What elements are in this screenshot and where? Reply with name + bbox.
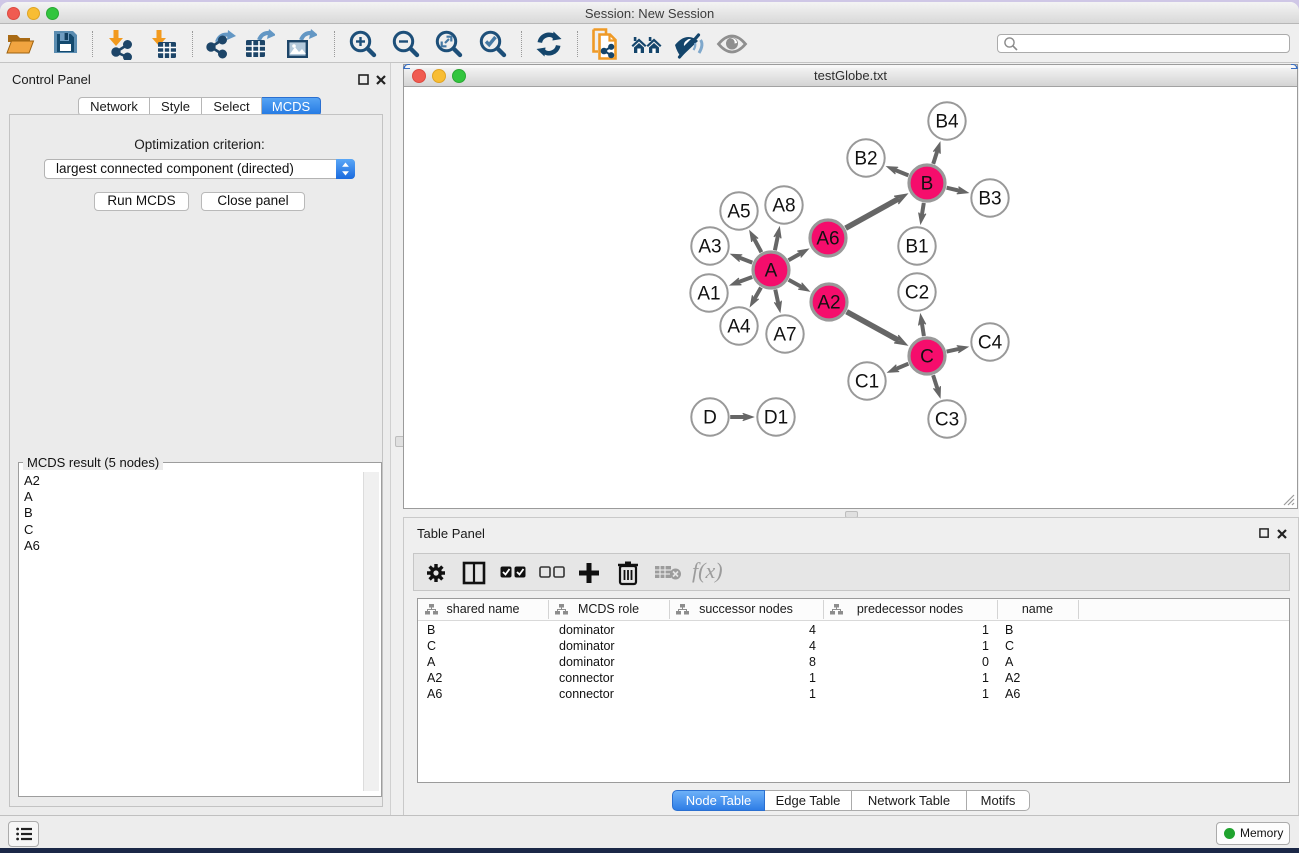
svg-text:B2: B2 <box>854 149 877 170</box>
svg-text:A8: A8 <box>772 196 795 217</box>
svg-text:A5: A5 <box>727 202 750 223</box>
svg-text:B4: B4 <box>935 112 959 133</box>
svg-text:A3: A3 <box>698 237 721 258</box>
svg-text:A1: A1 <box>697 284 720 305</box>
svg-text:A7: A7 <box>773 325 796 346</box>
svg-text:C: C <box>920 347 934 368</box>
svg-text:B: B <box>921 174 934 195</box>
svg-text:C4: C4 <box>978 333 1003 354</box>
svg-text:B3: B3 <box>978 189 1001 210</box>
svg-text:C1: C1 <box>855 372 879 393</box>
svg-text:C3: C3 <box>935 410 959 431</box>
svg-text:B1: B1 <box>905 237 928 258</box>
svg-text:D: D <box>703 408 717 429</box>
svg-text:D1: D1 <box>764 408 788 429</box>
svg-text:A6: A6 <box>816 229 839 250</box>
svg-text:A4: A4 <box>727 317 751 338</box>
svg-text:C2: C2 <box>905 283 929 304</box>
svg-text:A2: A2 <box>817 293 840 314</box>
svg-text:A: A <box>765 261 778 282</box>
